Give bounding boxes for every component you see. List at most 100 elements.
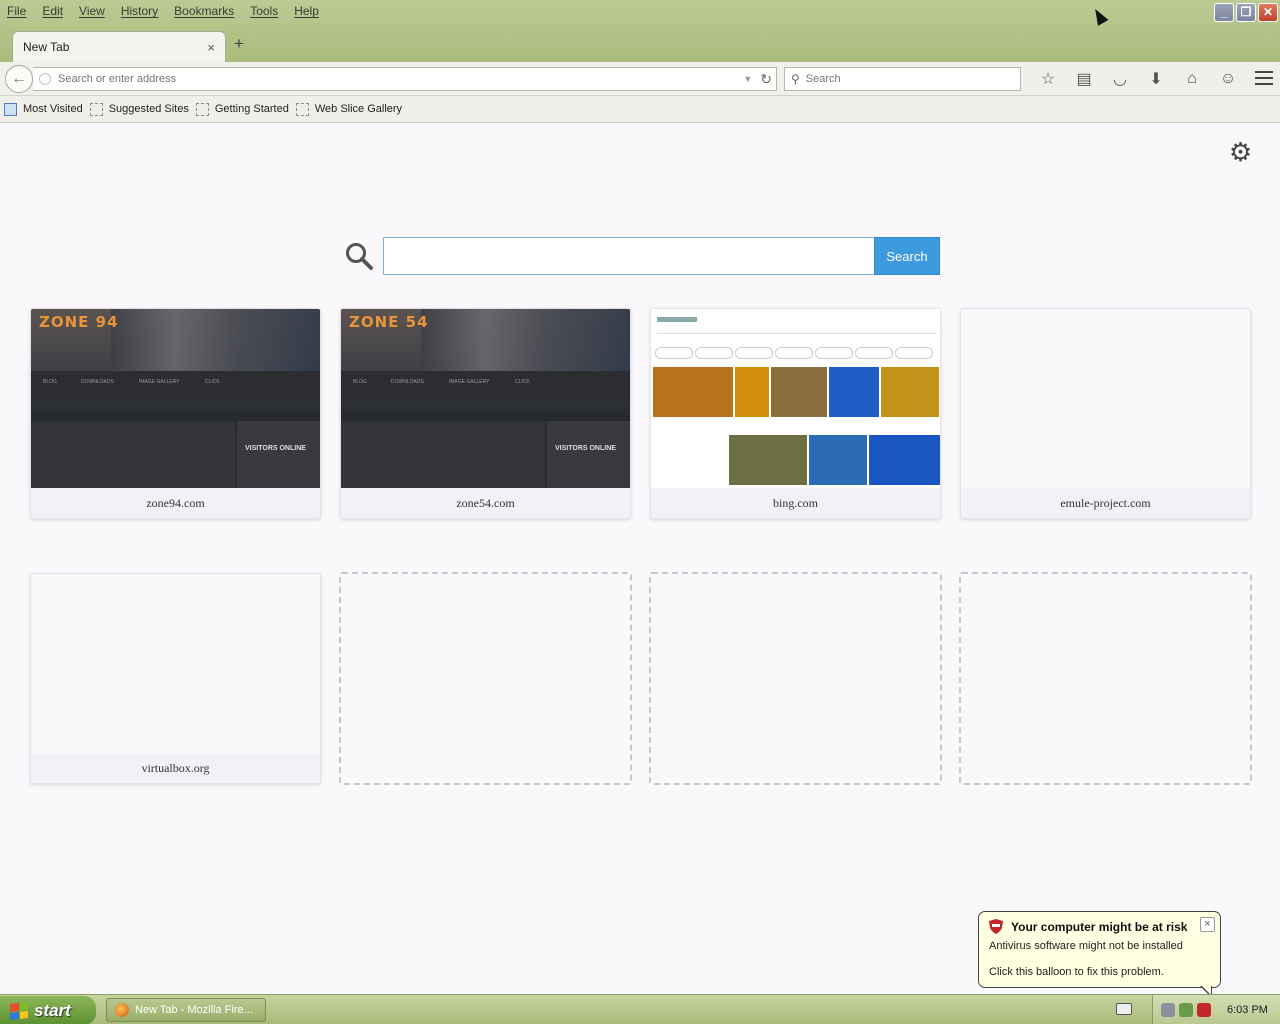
site-logo: ZONE 54 [349,313,429,331]
back-arrow-icon: ← [11,70,27,87]
tile-title: zone94.com [31,488,320,518]
nav-text: IMAGE GALLERY [139,379,180,385]
minimize-button[interactable]: _ [1214,3,1234,22]
panel-heading: VISITORS ONLINE [245,445,306,452]
tile-title: zone54.com [341,488,630,518]
start-button[interactable]: start [0,996,96,1024]
page-icon [295,102,309,116]
bookmark-label: Suggested Sites [108,103,189,115]
url-bar[interactable]: ▼ ↻ [33,67,777,91]
history-dropdown-icon[interactable]: ▼ [743,74,752,84]
ntp-search-button[interactable]: Search [874,237,940,275]
menu-view[interactable]: View [71,4,113,18]
site-nav: BLOG DOWNLOADS IMAGE GALLERY CLICK [31,371,320,401]
empty-tile-slot [959,572,1252,785]
page-icon [195,102,209,116]
gear-icon[interactable]: ⚙ [1227,139,1254,166]
nav-text: IMAGE GALLERY [449,379,490,385]
security-center-icon[interactable] [1197,1003,1211,1017]
bookmarks-toolbar: Most Visited Suggested Sites Getting Sta… [0,96,1280,123]
balloon-title-row: Your computer might be at risk [989,919,1210,934]
menu-history[interactable]: History [113,4,166,18]
tab-close-icon[interactable]: × [207,40,215,55]
bookmark-most-visited[interactable]: Most Visited [4,102,83,116]
tile-emule-project[interactable]: emule-project.com [960,308,1251,519]
window-titlebar: File Edit View History Bookmarks Tools H… [0,0,1280,62]
bookmark-suggested-sites[interactable]: Suggested Sites [89,102,189,116]
bookmark-web-slice-gallery[interactable]: Web Slice Gallery [295,102,403,116]
network-icon[interactable] [1161,1003,1175,1017]
bing-logo [657,317,697,322]
menu-tools[interactable]: Tools [242,4,286,18]
side-panel: VISITORS ONLINE [547,421,630,489]
tile-zone94[interactable]: ZONE 94 BLOG DOWNLOADS IMAGE GALLERY CLI… [30,308,321,519]
back-button[interactable]: ← [5,65,33,93]
tile-bing[interactable]: bing.com [650,308,941,519]
page-icon [89,102,103,116]
firefox-icon [115,1003,129,1017]
downloads-icon[interactable]: ⬇ [1138,67,1174,91]
navigation-toolbar: ← ▼ ↻ ⚲ ☆ ▤ ◡ ⬇ ⌂ ☺ [0,62,1280,96]
menu-edit[interactable]: Edit [34,4,71,18]
tile-thumbnail: ZONE 94 BLOG DOWNLOADS IMAGE GALLERY CLI… [31,309,320,489]
hamburger-menu-button[interactable] [1254,69,1274,87]
maximize-button[interactable]: ❐ [1236,3,1256,22]
tile-title: emule-project.com [961,488,1250,518]
filter-chips [655,347,933,359]
search-input[interactable] [805,73,1020,85]
menu-bookmarks[interactable]: Bookmarks [166,4,242,18]
taskbar-item-firefox[interactable]: New Tab - Mozilla Fire... [106,998,266,1022]
ntp-search-input[interactable] [383,237,875,275]
content-area [341,421,545,489]
new-tab-button[interactable]: + [234,34,244,54]
pocket-icon[interactable]: ◡ [1102,67,1138,91]
bookmark-label: Web Slice Gallery [314,103,403,115]
empty-tile-slot [649,572,942,785]
balloon-close-button[interactable]: × [1200,917,1215,932]
keyboard-icon[interactable] [1116,1003,1132,1015]
city-image [111,309,320,371]
city-image [421,309,630,371]
image-results-row [653,367,939,417]
tab-new-tab[interactable]: New Tab × [12,31,226,62]
search-bar[interactable]: ⚲ [784,67,1021,91]
divider [657,333,937,334]
bookmark-getting-started[interactable]: Getting Started [195,102,289,116]
window-controls: _ ❐ ✕ [1214,3,1278,22]
windows-logo-icon [10,1001,28,1020]
system-tray: 6:03 PM [1152,995,1280,1024]
safely-remove-icon[interactable] [1179,1003,1193,1017]
site-logo: ZONE 94 [39,313,119,331]
menu-help[interactable]: Help [286,4,327,18]
taskbar: start New Tab - Mozilla Fire... 6:03 PM [0,994,1280,1024]
close-window-button[interactable]: ✕ [1258,3,1278,22]
nav-text: BLOG [43,379,57,385]
menu-file[interactable]: File [0,4,34,18]
chat-icon[interactable]: ☺ [1210,67,1246,91]
bookmark-star-icon[interactable]: ☆ [1030,67,1066,91]
tile-thumbnail [651,309,940,489]
bookmark-label: Getting Started [214,103,289,115]
balloon-message: Antivirus software might not be installe… [989,940,1183,952]
bookmarks-menu-icon[interactable]: ▤ [1066,67,1102,91]
security-notification-balloon[interactable]: Your computer might be at risk × Antivir… [978,911,1221,988]
nav-text: DOWNLOADS [81,379,114,385]
tile-virtualbox[interactable]: virtualbox.org [30,573,321,784]
toolbar-icons: ☆ ▤ ◡ ⬇ ⌂ ☺ [1030,67,1246,91]
nav-text: CLICK [205,379,220,385]
reload-icon[interactable]: ↻ [760,71,772,88]
tile-title: bing.com [651,488,940,518]
tile-zone54[interactable]: ZONE 54 BLOG DOWNLOADS IMAGE GALLERY CLI… [340,308,631,519]
home-icon[interactable]: ⌂ [1174,67,1210,91]
image-results-row [729,435,940,485]
search-icon [346,243,373,270]
site-nav: BLOG DOWNLOADS IMAGE GALLERY CLICK [341,371,630,401]
nav-text: CLICK [515,379,530,385]
search-icon: ⚲ [791,72,800,86]
taskbar-item-label: New Tab - Mozilla Fire... [135,1004,253,1016]
url-input[interactable] [58,73,744,85]
empty-tile-slot [339,572,632,785]
most-visited-icon [4,102,17,116]
side-panel: VISITORS ONLINE [237,421,320,489]
tile-thumbnail: ZONE 54 BLOG DOWNLOADS IMAGE GALLERY CLI… [341,309,630,489]
